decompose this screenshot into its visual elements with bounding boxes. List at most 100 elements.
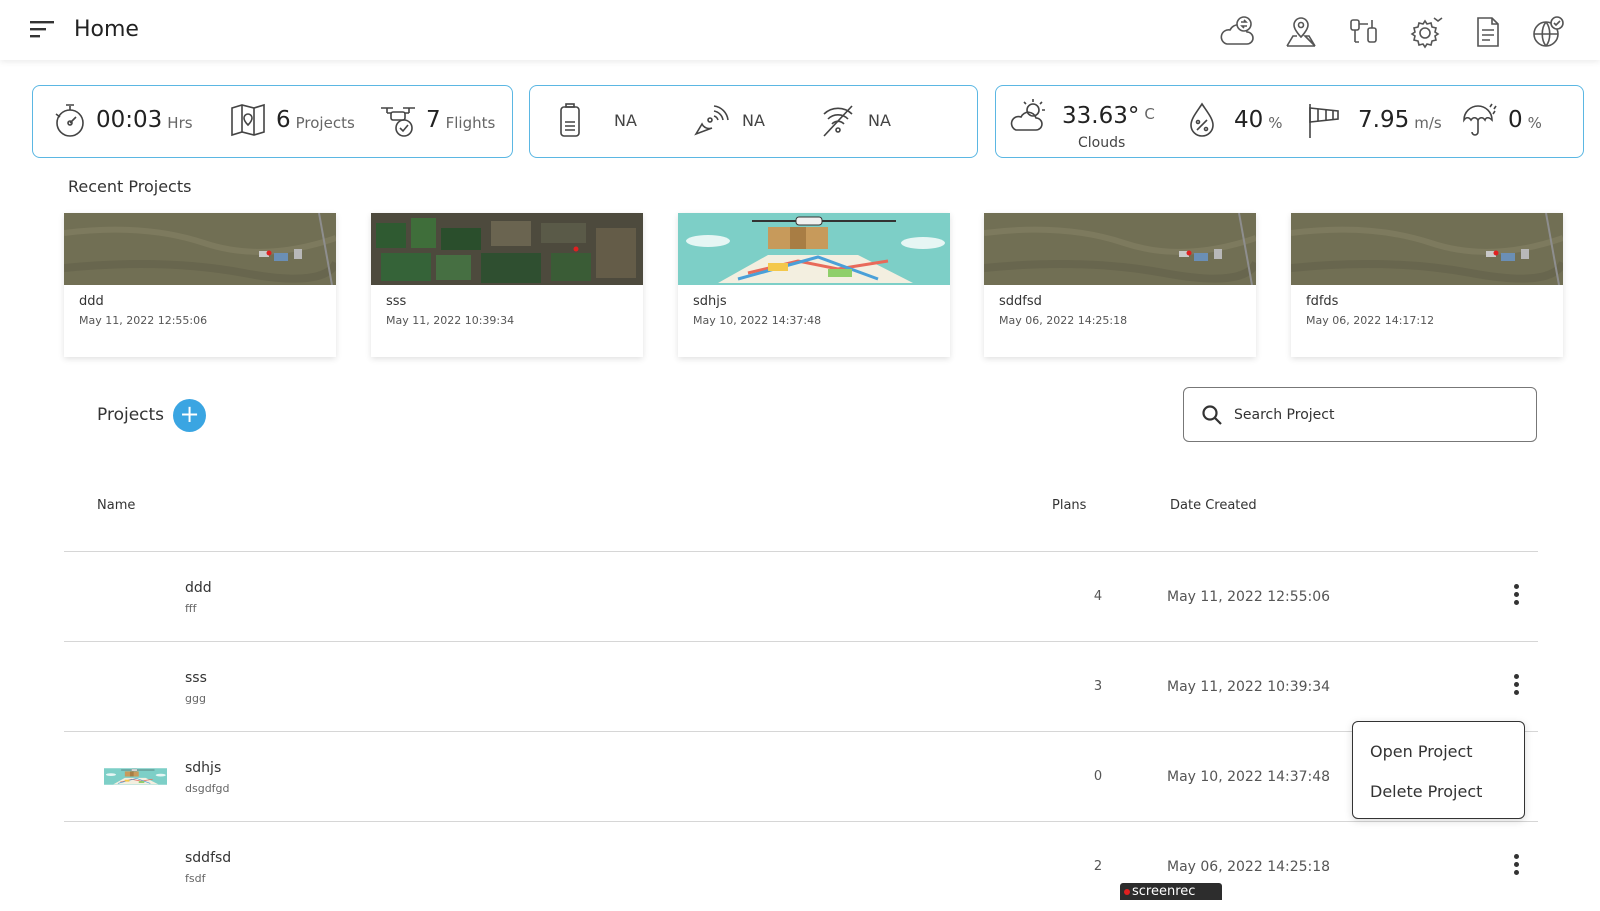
project-thumbnail — [104, 745, 167, 808]
globe-check-icon[interactable] — [1530, 14, 1566, 50]
project-context-menu: Open Project Delete Project — [1352, 721, 1525, 819]
recent-project-name: fdfds — [1306, 294, 1339, 309]
drone-controller-icon[interactable] — [1346, 14, 1382, 50]
recent-projects-title: Recent Projects — [68, 177, 192, 196]
open-project-menu-item[interactable]: Open Project — [1370, 742, 1473, 761]
link-value: NA — [868, 110, 891, 130]
projects-title: Projects — [97, 405, 165, 425]
recent-project-card[interactable]: sss May 11, 2022 10:39:34 — [371, 213, 643, 357]
recent-project-date: May 06, 2022 14:17:12 — [1306, 314, 1435, 327]
table-row[interactable]: sdhjs dsgdfgd 0 May 10, 2022 14:37:48 — [64, 731, 1538, 821]
project-plans: 0 — [1093, 769, 1103, 784]
project-description: dsgdfgd — [185, 782, 230, 795]
flight-time-value: 00:03 — [96, 107, 163, 133]
project-thumbnail — [64, 213, 336, 285]
project-date: May 11, 2022 12:55:06 — [1167, 589, 1331, 605]
project-date: May 10, 2022 14:37:48 — [1167, 769, 1331, 785]
project-plans: 4 — [1093, 589, 1103, 604]
flight-stats-card: 00:03 Hrs 6 Projects 7 Flights — [32, 85, 513, 158]
stopwatch-icon — [55, 104, 84, 137]
wind-unit: m/s — [1414, 114, 1442, 132]
projects-label: Projects — [295, 114, 355, 132]
project-name: sdhjs — [185, 760, 222, 776]
humidity-unit: % — [1268, 114, 1283, 132]
project-name: sss — [185, 670, 207, 686]
recent-project-name: sddfsd — [999, 294, 1042, 309]
no-signal-icon — [823, 105, 853, 137]
link-stat: NA — [818, 100, 891, 140]
wind-value: 7.95 — [1358, 107, 1410, 133]
map-icon — [231, 103, 265, 137]
recent-project-date: May 06, 2022 14:25:18 — [999, 314, 1128, 327]
screen-recorder-watermark: screenrec — [1120, 883, 1222, 900]
temperature-unit: C — [1144, 105, 1155, 123]
recent-project-card[interactable]: sddfsd May 06, 2022 14:25:18 — [984, 213, 1256, 357]
project-description: fsdf — [185, 872, 206, 885]
search-box — [1183, 387, 1537, 442]
project-name: ddd — [185, 580, 212, 596]
document-icon[interactable] — [1469, 14, 1505, 50]
menu-icon[interactable] — [30, 19, 56, 39]
rain-unit: % — [1527, 114, 1542, 132]
recent-project-name: sdhjs — [693, 294, 727, 309]
battery-stat: NA — [550, 100, 637, 140]
record-dot-icon — [1124, 889, 1130, 895]
flights-stat: 7 Flights — [378, 100, 495, 140]
project-thumbnail — [1291, 213, 1563, 285]
more-options-icon[interactable] — [1504, 852, 1528, 880]
weather-condition: Clouds — [1078, 135, 1126, 151]
rain-value: 0 — [1508, 107, 1523, 133]
project-thumbnail — [984, 213, 1256, 285]
search-input[interactable] — [1234, 402, 1514, 428]
temperature-stat: 33.63° C Clouds — [1008, 96, 1155, 151]
delete-project-menu-item[interactable]: Delete Project — [1370, 782, 1482, 801]
flight-time-unit: Hrs — [167, 114, 193, 132]
weather-card: 33.63° C Clouds 40 % 7.95 m/s 0 % — [995, 85, 1584, 158]
recent-project-card[interactable]: fdfds May 06, 2022 14:17:12 — [1291, 213, 1563, 357]
top-bar: Home — [0, 0, 1600, 60]
project-date: May 06, 2022 14:25:18 — [1167, 859, 1331, 875]
humidity-drop-icon — [1190, 102, 1214, 137]
rain-stat: 0 % — [1460, 100, 1542, 140]
map-pin-icon[interactable] — [1283, 14, 1319, 50]
projects-count: 6 — [276, 107, 291, 133]
search-icon — [1202, 405, 1222, 425]
more-options-icon[interactable] — [1504, 672, 1528, 700]
drone-icon — [381, 107, 415, 137]
settings-gear-icon[interactable] — [1408, 14, 1444, 50]
humidity-stat: 40 % — [1182, 100, 1283, 140]
recent-project-date: May 10, 2022 14:37:48 — [693, 314, 822, 327]
battery-value: NA — [614, 110, 637, 130]
flights-count: 7 — [426, 107, 441, 133]
project-description: fff — [185, 602, 197, 615]
page-title: Home — [74, 17, 139, 42]
umbrella-rain-icon — [1463, 103, 1497, 136]
project-thumbnail — [678, 213, 950, 285]
project-thumbnail — [104, 835, 167, 898]
table-row[interactable]: ddd fff 4 May 11, 2022 12:55:06 — [64, 551, 1538, 641]
add-project-button[interactable]: + — [173, 399, 206, 432]
windsock-icon — [1309, 104, 1339, 138]
column-header-date[interactable]: Date Created — [1170, 498, 1257, 513]
recent-project-name: sss — [386, 294, 407, 309]
table-row[interactable]: sddfsd fsdf 2 May 06, 2022 14:25:18 — [64, 821, 1538, 911]
recent-project-card[interactable]: ddd May 11, 2022 12:55:06 — [64, 213, 336, 357]
signal-value: NA — [742, 110, 765, 130]
project-thumbnail — [104, 565, 167, 628]
watermark-text: screenrec — [1132, 884, 1196, 899]
column-header-plans[interactable]: Plans — [1052, 498, 1086, 513]
project-plans: 3 — [1093, 679, 1103, 694]
recent-project-date: May 11, 2022 12:55:06 — [79, 314, 208, 327]
project-thumbnail — [371, 213, 643, 285]
satellite-signal-icon — [694, 105, 729, 136]
table-row[interactable]: sss ggg 3 May 11, 2022 10:39:34 — [64, 641, 1538, 731]
more-options-icon[interactable] — [1504, 582, 1528, 610]
signal-stat: NA — [690, 100, 765, 140]
projects-stat: 6 Projects — [228, 100, 355, 140]
recent-project-card[interactable]: sdhjs May 10, 2022 14:37:48 — [678, 213, 950, 357]
column-header-name[interactable]: Name — [97, 498, 135, 513]
cloud-sync-icon[interactable] — [1219, 14, 1255, 50]
cloudy-sun-icon — [1010, 99, 1045, 131]
temperature-value: 33.63° — [1062, 103, 1140, 129]
battery-icon — [560, 103, 580, 137]
